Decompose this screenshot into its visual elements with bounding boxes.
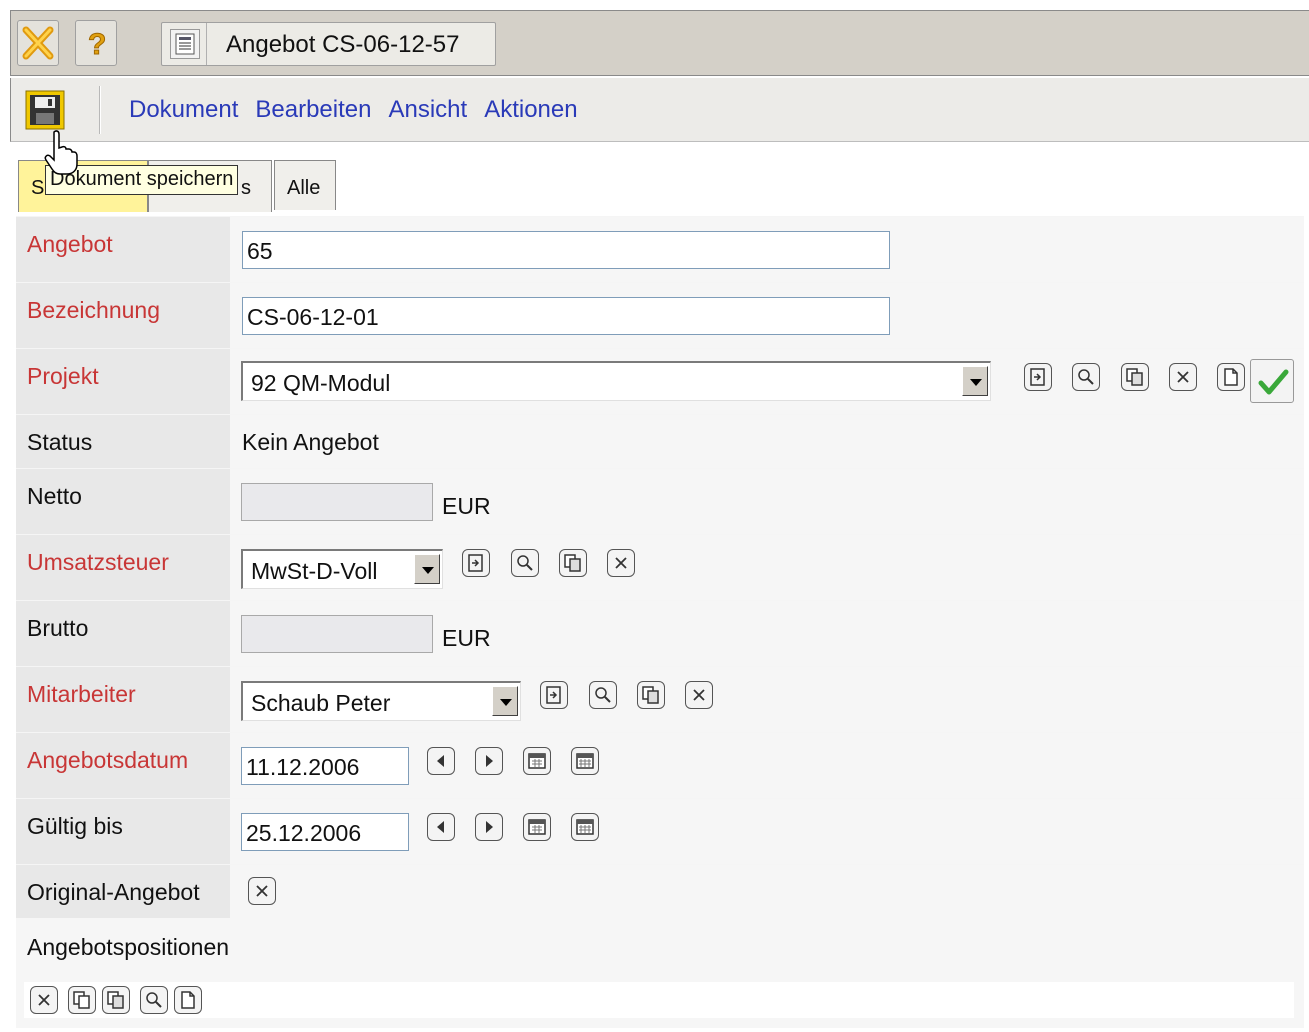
- search-icon[interactable]: [511, 549, 539, 577]
- copy-icon[interactable]: [1121, 363, 1149, 391]
- netto-input: [241, 483, 433, 521]
- bezeichnung-input[interactable]: CS-06-12-01: [242, 297, 890, 335]
- copy-icon[interactable]: [102, 986, 130, 1014]
- chevron-down-icon[interactable]: [492, 686, 518, 716]
- close-button[interactable]: [17, 20, 59, 66]
- label-umsatzsteuer: Umsatzsteuer: [16, 535, 230, 600]
- menu-bearbeiten[interactable]: Bearbeiten: [255, 96, 371, 124]
- row-umsatzsteuer: Umsatzsteuer MwSt-D-Voll: [16, 534, 1304, 600]
- clear-icon[interactable]: [30, 986, 58, 1014]
- row-status: Status Kein Angebot: [16, 414, 1304, 468]
- document-icon: [170, 29, 200, 59]
- brutto-input: [241, 615, 433, 653]
- copy-icon[interactable]: [637, 681, 665, 709]
- label-projekt: Projekt: [16, 349, 230, 414]
- label-netto: Netto: [16, 469, 230, 534]
- title-bar: ? Angebot CS-06-12-57: [10, 10, 1309, 76]
- previous-day-icon[interactable]: [427, 813, 455, 841]
- document-title: Angebot CS-06-12-57: [226, 31, 460, 58]
- hand-cursor-icon: [44, 130, 78, 175]
- search-icon[interactable]: [1072, 363, 1100, 391]
- row-angebotsdatum: Angebotsdatum 11.12.2006: [16, 732, 1304, 798]
- brutto-unit: EUR: [442, 625, 491, 651]
- label-angebot: Angebot: [16, 217, 230, 282]
- menu-items: Dokument Bearbeiten Ansicht Aktionen: [129, 96, 578, 124]
- next-day-icon[interactable]: [475, 747, 503, 775]
- clear-icon[interactable]: [248, 877, 276, 905]
- label-gueltig-bis: Gültig bis: [16, 799, 230, 864]
- previous-day-icon[interactable]: [427, 747, 455, 775]
- confirm-check-icon[interactable]: [1250, 359, 1294, 403]
- menu-ansicht[interactable]: Ansicht: [388, 96, 467, 124]
- angebot-input[interactable]: 65: [242, 231, 890, 269]
- menu-bar: Dokument Bearbeiten Ansicht Aktionen: [10, 78, 1309, 142]
- calendar-month-icon[interactable]: [571, 747, 599, 775]
- label-mitarbeiter: Mitarbeiter: [16, 667, 230, 732]
- positions-area: [24, 982, 1294, 1018]
- section-angebotspositionen: Angebotspositionen: [16, 918, 1304, 972]
- document-tab[interactable]: Angebot CS-06-12-57: [161, 22, 496, 66]
- goto-icon[interactable]: [1024, 363, 1052, 391]
- gueltig-bis-input[interactable]: 25.12.2006: [241, 813, 409, 851]
- menu-separator: [99, 86, 101, 134]
- search-icon[interactable]: [140, 986, 168, 1014]
- section-title-label: Angebotspositionen: [27, 934, 230, 960]
- next-day-icon[interactable]: [475, 813, 503, 841]
- new-document-icon[interactable]: [1217, 363, 1245, 391]
- projekt-select[interactable]: 92 QM-Modul: [241, 361, 991, 401]
- tab-alle[interactable]: Alle: [274, 160, 336, 210]
- goto-icon[interactable]: [540, 681, 568, 709]
- label-status: Status: [16, 415, 230, 468]
- search-icon[interactable]: [589, 681, 617, 709]
- duplicate-icon[interactable]: [68, 986, 96, 1014]
- tab-separator: [206, 23, 207, 65]
- menu-aktionen[interactable]: Aktionen: [484, 96, 577, 124]
- help-question-icon: ?: [88, 28, 107, 61]
- clear-icon[interactable]: [607, 549, 635, 577]
- label-angebotsdatum: Angebotsdatum: [16, 733, 230, 798]
- copy-icon[interactable]: [559, 549, 587, 577]
- calendar-icon[interactable]: [523, 747, 551, 775]
- chevron-down-icon[interactable]: [962, 366, 988, 396]
- close-x-icon: [22, 26, 54, 60]
- new-document-icon[interactable]: [174, 986, 202, 1014]
- clear-icon[interactable]: [1169, 363, 1197, 391]
- netto-unit: EUR: [442, 493, 491, 519]
- row-projekt: Projekt 92 QM-Modul: [16, 348, 1304, 414]
- mitarbeiter-select[interactable]: Schaub Peter: [241, 681, 521, 721]
- goto-icon[interactable]: [462, 549, 490, 577]
- svg-text:?: ?: [88, 28, 106, 60]
- row-mitarbeiter: Mitarbeiter Schaub Peter: [16, 666, 1304, 732]
- row-gueltig-bis: Gültig bis 25.12.2006: [16, 798, 1304, 864]
- calendar-month-icon[interactable]: [571, 813, 599, 841]
- row-original-angebot: Original-Angebot: [16, 864, 1304, 918]
- umsatzsteuer-select[interactable]: MwSt-D-Voll: [241, 549, 443, 589]
- clear-icon[interactable]: [685, 681, 713, 709]
- status-value: Kein Angebot: [242, 429, 379, 455]
- row-bezeichnung: Bezeichnung CS-06-12-01: [16, 282, 1304, 348]
- help-button[interactable]: ?: [75, 20, 117, 66]
- calendar-icon[interactable]: [523, 813, 551, 841]
- label-bezeichnung: Bezeichnung: [16, 283, 230, 348]
- label-original-angebot: Original-Angebot: [16, 865, 230, 918]
- row-angebot: Angebot 65: [16, 216, 1304, 282]
- angebotsdatum-input[interactable]: 11.12.2006: [241, 747, 409, 785]
- save-disk-icon[interactable]: [25, 90, 65, 130]
- positions-toolbar: [16, 972, 1304, 1028]
- row-brutto: Brutto EUR: [16, 600, 1304, 666]
- label-brutto: Brutto: [16, 601, 230, 666]
- row-netto: Netto EUR: [16, 468, 1304, 534]
- menu-dokument[interactable]: Dokument: [129, 96, 238, 124]
- chevron-down-icon[interactable]: [414, 554, 440, 584]
